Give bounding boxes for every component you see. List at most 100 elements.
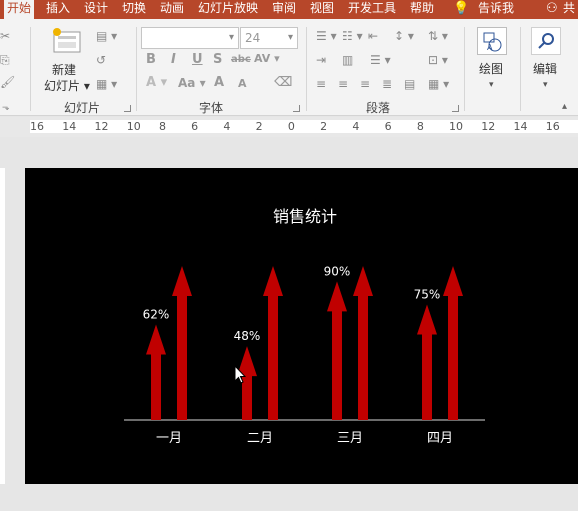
tab-transitions[interactable]: 切换 xyxy=(122,0,146,19)
ruler-tick-label: 16 xyxy=(30,120,44,133)
tab-view[interactable]: 视图 xyxy=(310,0,334,19)
ruler-tick-label: 6 xyxy=(384,120,392,133)
tab-slideshow[interactable]: 幻灯片放映 xyxy=(198,0,258,19)
tab-animations[interactable]: 动画 xyxy=(160,0,184,19)
tab-share[interactable]: 共 xyxy=(563,0,575,19)
bar-series1-3[interactable] xyxy=(327,281,347,420)
tab-insert[interactable]: 插入 xyxy=(46,0,70,19)
tab-review[interactable]: 审阅 xyxy=(272,0,296,19)
data-label: 48% xyxy=(234,329,261,343)
distributed-icon[interactable]: ▤ xyxy=(404,77,415,91)
share-icon[interactable]: ⚇ xyxy=(546,0,558,19)
data-label: 75% xyxy=(414,288,441,302)
ruler-tick-label: 14 xyxy=(62,120,77,133)
align-left-icon[interactable]: ≡ xyxy=(316,77,326,91)
bar-series1-1[interactable] xyxy=(146,324,166,420)
char-spacing-icon[interactable]: AV ▾ xyxy=(254,52,280,66)
list-level-icon[interactable]: ☰ ▾ xyxy=(370,53,391,67)
columns-icon[interactable]: ▥ xyxy=(342,53,353,67)
clear-format-icon[interactable]: ⌫ xyxy=(274,76,292,90)
drawing-button[interactable]: A 绘图 ▾ xyxy=(474,25,512,95)
numbering-icon[interactable]: ☷ ▾ xyxy=(342,29,363,43)
new-slide-label-2: 幻灯片 ▾ xyxy=(44,79,90,93)
ruler-tick-label: 8 xyxy=(158,120,166,133)
bar-series2-2[interactable] xyxy=(263,266,283,420)
tab-developer[interactable]: 开发工具 xyxy=(348,0,396,19)
tab-home[interactable]: 开始 xyxy=(4,0,35,19)
thumbnail-strip[interactable] xyxy=(0,168,5,484)
line-spacing-icon[interactable]: ↕ ▾ xyxy=(394,29,414,43)
strikethrough-icon[interactable]: abc xyxy=(231,53,251,67)
layout-icon[interactable]: ▤ ▾ xyxy=(96,29,117,43)
tell-me-search[interactable]: 告诉我 xyxy=(478,0,514,19)
increase-indent-icon[interactable]: ⇥ xyxy=(316,53,326,67)
new-slide-label: 新建 xyxy=(52,63,77,77)
paragraph-group-label: 段落 xyxy=(366,101,391,115)
text-direction-icon[interactable]: ⇅ ▾ xyxy=(428,29,448,43)
svg-text:A: A xyxy=(487,43,493,52)
mouse-cursor-icon xyxy=(234,365,246,384)
data-label: 62% xyxy=(143,308,170,322)
editing-button[interactable]: 编辑 ▾ xyxy=(528,25,566,95)
font-size-combo[interactable]: 24 ▾ xyxy=(240,27,298,49)
font-name-combo[interactable]: ▾ xyxy=(141,27,239,49)
ruler-tick-label: 4 xyxy=(223,120,231,133)
cut-icon[interactable]: ✂ xyxy=(0,29,10,43)
lightbulb-icon[interactable]: 💡 xyxy=(453,0,469,19)
ruler-tick-label: 2 xyxy=(320,120,328,133)
copy-icon[interactable]: ⎘ xyxy=(0,53,10,67)
ruler-tick-label: 12 xyxy=(94,120,109,133)
ruler-tick-label: 4 xyxy=(352,120,360,133)
horizontal-ruler: 16 14 12 10 8 6 4 2 0 2 4 6 8 10 12 14 16 xyxy=(0,117,578,137)
format-painter-icon[interactable]: 🖌 xyxy=(0,75,15,89)
x-tick-label: 一月 xyxy=(156,431,182,446)
align-text-icon[interactable]: ⊡ ▾ xyxy=(428,53,448,67)
ribbon-tab-bar: 开始 插入 设计 切换 动画 幻灯片放映 审阅 视图 开发工具 帮助 💡 告诉我… xyxy=(0,0,578,19)
change-case-icon[interactable]: Aa ▾ xyxy=(178,76,206,90)
bar-series2-3[interactable] xyxy=(353,266,373,420)
ribbon-panel: ✂ ⎘ 🖌 ⬎ 新建 幻灯片 ▾ ▤ ▾ ↺ ▦ ▾ 幻灯片 ▾ 24 ▾ B I… xyxy=(0,19,578,116)
font-size-value: 24 xyxy=(245,31,261,45)
sales-chart[interactable]: 销售统计 62% 一月 48% 二月 90% 三月 75% 四月 xyxy=(25,168,578,484)
drawing-label: 绘图 xyxy=(479,62,504,76)
bar-series2-1[interactable] xyxy=(172,266,192,420)
font-color-icon[interactable]: A ▾ xyxy=(146,76,167,90)
collapse-ribbon-icon[interactable]: ▴ xyxy=(562,99,567,115)
bold-icon[interactable]: B xyxy=(146,53,156,67)
bar-series1-4[interactable] xyxy=(417,304,437,421)
increase-font-icon[interactable]: A xyxy=(214,76,224,90)
ruler-tick-label: 14 xyxy=(513,120,528,133)
shadow-icon[interactable]: S xyxy=(213,53,222,67)
find-icon xyxy=(531,27,561,55)
bullets-icon[interactable]: ☰ ▾ xyxy=(316,29,337,43)
italic-icon[interactable]: I xyxy=(171,53,176,67)
x-tick-label: 二月 xyxy=(247,431,273,446)
justify-icon[interactable]: ≣ xyxy=(382,77,392,91)
align-right-icon[interactable]: ≡ xyxy=(360,77,370,91)
ruler-tick-label: 6 xyxy=(191,120,199,133)
section-icon[interactable]: ▦ ▾ xyxy=(96,77,117,91)
decrease-font-icon[interactable]: A xyxy=(238,77,247,91)
reset-icon[interactable]: ↺ xyxy=(96,53,106,67)
decrease-indent-icon[interactable]: ⇤ xyxy=(368,29,378,43)
clipboard-launcher-icon[interactable]: ⬎ xyxy=(2,101,10,115)
ruler-tick-label: 16 xyxy=(545,120,560,133)
slide-canvas[interactable]: 销售统计 62% 一月 48% 二月 90% 三月 75% 四月 xyxy=(25,168,578,484)
tab-help[interactable]: 帮助 xyxy=(410,0,434,19)
tab-design[interactable]: 设计 xyxy=(84,0,108,19)
slides-group-label: 幻灯片 xyxy=(64,101,101,115)
smartart-icon[interactable]: ▦ ▾ xyxy=(428,77,449,91)
data-label: 90% xyxy=(324,264,351,278)
x-tick-label: 四月 xyxy=(427,431,453,446)
align-center-icon[interactable]: ≡ xyxy=(338,77,348,91)
ruler-tick-label: 10 xyxy=(449,120,464,133)
x-tick-label: 三月 xyxy=(337,431,363,446)
ruler-tick-label: 10 xyxy=(126,120,141,133)
shapes-icon: A xyxy=(477,27,507,55)
underline-icon[interactable]: U xyxy=(192,53,203,67)
ruler-tick-label: 12 xyxy=(481,120,496,133)
new-slide-button[interactable]: 新建 幻灯片 ▾ xyxy=(40,24,92,94)
bar-series2-4[interactable] xyxy=(443,266,463,420)
ruler-track[interactable]: 16 14 12 10 8 6 4 2 0 2 4 6 8 10 12 14 16 xyxy=(30,120,578,133)
ruler-tick-label: 8 xyxy=(416,120,424,133)
